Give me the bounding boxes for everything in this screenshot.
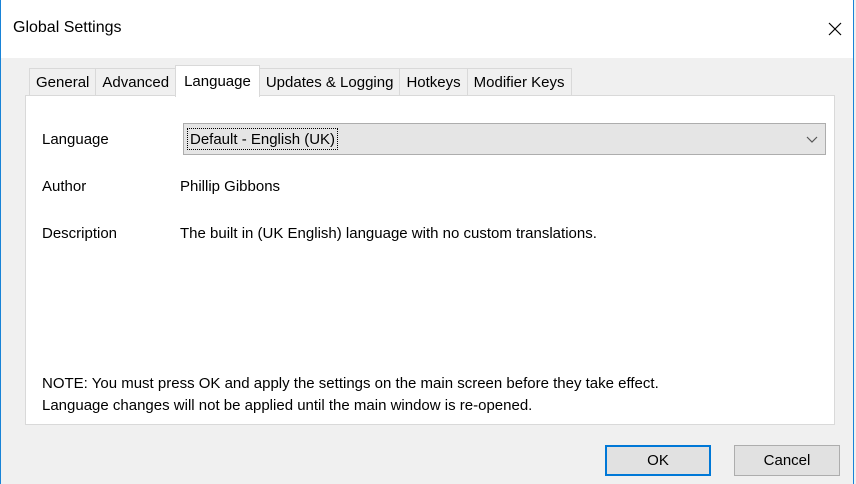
note-text: NOTE: You must press OK and apply the se… <box>42 373 659 417</box>
tab-label: Updates & Logging <box>265 74 394 91</box>
tab-advanced[interactable]: Advanced <box>95 68 177 96</box>
language-tab-panel: Language Default - English (UK) Author P… <box>25 95 835 425</box>
description-label: Description <box>42 225 118 242</box>
tab-language[interactable]: Language <box>175 65 260 97</box>
language-dropdown-value: Default - English (UK) <box>187 128 339 150</box>
cancel-button[interactable]: Cancel <box>734 445 840 476</box>
tab-updates-logging[interactable]: Updates & Logging <box>258 68 401 96</box>
note-line-1: NOTE: You must press OK and apply the se… <box>42 375 659 392</box>
tab-strip: General Advanced Language Updates & Logg… <box>29 65 572 97</box>
window-title: Global Settings <box>13 19 122 36</box>
language-label: Language <box>42 131 109 148</box>
tab-general[interactable]: General <box>29 68 97 96</box>
close-icon <box>828 22 842 36</box>
description-value: The built in (UK English) language with … <box>180 225 597 242</box>
ok-button[interactable]: OK <box>605 445 711 476</box>
tab-label: Hotkeys <box>406 74 461 91</box>
settings-window: Global Settings General Advanced Languag… <box>0 0 854 484</box>
tab-hotkeys[interactable]: Hotkeys <box>399 68 468 96</box>
author-value: Phillip Gibbons <box>180 178 281 195</box>
chevron-down-icon <box>806 136 818 143</box>
tab-modifier-keys[interactable]: Modifier Keys <box>466 68 572 96</box>
language-dropdown[interactable]: Default - English (UK) <box>183 123 826 155</box>
tab-label: Advanced <box>102 74 170 91</box>
author-label: Author <box>42 178 87 195</box>
close-button[interactable] <box>817 14 853 44</box>
tab-label: Language <box>184 73 251 90</box>
tab-label: Modifier Keys <box>473 74 565 91</box>
note-line-2: Language changes will not be applied unt… <box>42 397 533 414</box>
tab-label: General <box>36 74 90 91</box>
title-bar: Global Settings <box>1 0 853 58</box>
